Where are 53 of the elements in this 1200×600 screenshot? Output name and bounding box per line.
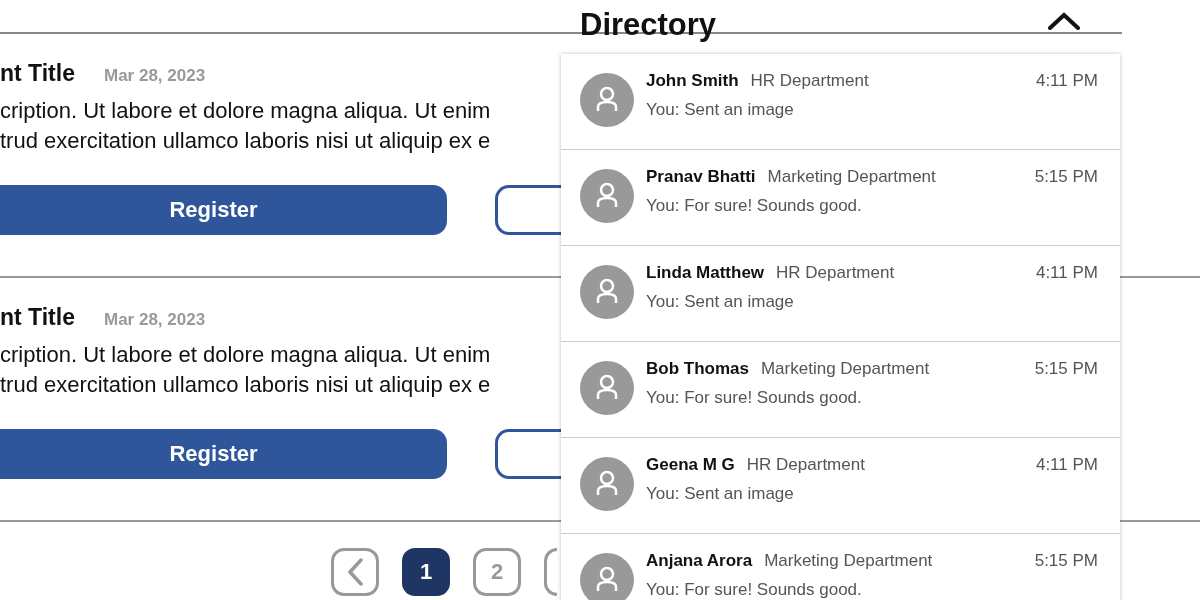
message-time: 4:11 PM bbox=[1035, 263, 1098, 283]
chevron-left-icon bbox=[347, 558, 363, 586]
contact-department: HR Department bbox=[776, 263, 895, 283]
contact-name: John Smith bbox=[646, 71, 739, 91]
chevron-up-icon[interactable] bbox=[1048, 12, 1080, 30]
page-button[interactable] bbox=[544, 548, 557, 596]
avatar-icon bbox=[580, 169, 634, 223]
contact-name: Geena M G bbox=[646, 455, 735, 475]
avatar-icon bbox=[580, 457, 634, 511]
description-text: cription. Ut labore et dolore magna aliqua. Ut enim bbox=[0, 341, 491, 369]
contact-department: HR Department bbox=[746, 455, 865, 475]
contact-department: Marketing Department bbox=[767, 167, 936, 187]
message-time: 5:15 PM bbox=[1034, 551, 1098, 571]
event-title: nt Title bbox=[0, 60, 75, 87]
message-time: 4:11 PM bbox=[1035, 455, 1098, 475]
description-text: trud exercitation ullamco laboris nisi ut aliquip ex e bbox=[0, 371, 491, 399]
message-preview: You: For sure! Sounds good. bbox=[646, 388, 863, 407]
contact-name: Anjana Arora bbox=[646, 551, 753, 571]
message-preview: You: Sent an image bbox=[646, 292, 795, 311]
avatar-icon bbox=[580, 361, 634, 415]
contact-department: Marketing Department bbox=[760, 359, 930, 379]
message-preview: You: For sure! Sounds good. bbox=[646, 580, 863, 599]
secondary-button[interactable] bbox=[495, 429, 561, 479]
contact-department: HR Department bbox=[750, 71, 869, 91]
secondary-button[interactable] bbox=[495, 185, 561, 235]
message-time: 5:15 PM bbox=[1034, 167, 1098, 187]
directory-title: Directory bbox=[580, 8, 717, 42]
register-button[interactable]: Register bbox=[0, 429, 447, 479]
event-date: Mar 28, 2023 bbox=[103, 310, 206, 330]
message-preview: You: Sent an image bbox=[646, 100, 795, 119]
message-preview: You: For sure! Sounds good. bbox=[646, 196, 863, 215]
contact-name: Pranav Bhatti bbox=[646, 167, 756, 187]
event-date: Mar 28, 2023 bbox=[103, 66, 206, 86]
register-button[interactable]: Register bbox=[0, 185, 447, 235]
contact-name: Linda Matthew bbox=[646, 263, 765, 283]
avatar-icon bbox=[580, 73, 634, 127]
contact-name: Bob Thomas bbox=[646, 359, 749, 379]
message-time: 4:11 PM bbox=[1035, 71, 1098, 91]
contact-department: Marketing Department bbox=[764, 551, 933, 571]
avatar-icon bbox=[580, 265, 634, 319]
contact-row[interactable]: Geena M G HR Department 4:11 PM You: Sent an image bbox=[561, 438, 1120, 534]
contact-row[interactable]: John Smith HR Department 4:11 PM You: Sent an image bbox=[561, 54, 1120, 150]
event-title: nt Title bbox=[0, 304, 75, 331]
contact-row[interactable]: Bob Thomas Marketing Department 5:15 PM You: For sure! Sounds good. bbox=[561, 342, 1120, 438]
description-text: trud exercitation ullamco laboris nisi ut aliquip ex e bbox=[0, 127, 491, 155]
contact-row[interactable]: Pranav Bhatti Marketing Department 5:15 PM You: For sure! Sounds good. bbox=[561, 150, 1120, 246]
page-button[interactable]: 1 bbox=[402, 548, 450, 596]
message-preview: You: Sent an image bbox=[646, 484, 795, 503]
contact-row[interactable]: Linda Matthew HR Department 4:11 PM You: Sent an image bbox=[561, 246, 1120, 342]
previous-page-button[interactable] bbox=[331, 548, 379, 596]
message-time: 5:15 PM bbox=[1034, 359, 1098, 379]
description-text: cription. Ut labore et dolore magna aliqua. Ut enim bbox=[0, 97, 491, 125]
contact-row[interactable]: Anjana Arora Marketing Department 5:15 PM You: For sure! Sounds good. bbox=[561, 534, 1120, 600]
